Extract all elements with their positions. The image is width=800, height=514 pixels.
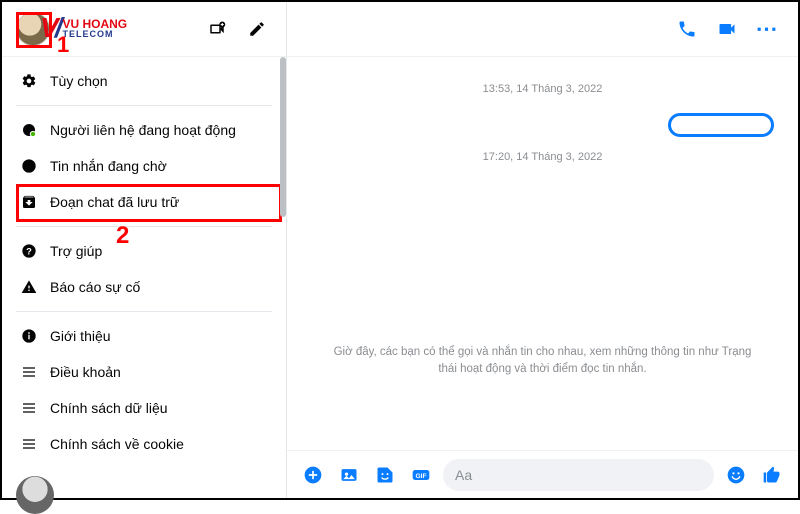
message-composer: GIF — [287, 450, 798, 498]
menu-item-cookie-policy[interactable]: Chính sách về cookie — [6, 426, 282, 462]
chat-body: 13:53, 14 Tháng 3, 2022 17:20, 14 Tháng … — [287, 57, 798, 450]
gear-icon — [20, 72, 38, 90]
annotation-label-1: 1 — [57, 32, 69, 58]
list-icon — [20, 435, 38, 453]
archive-icon — [20, 193, 38, 211]
system-message: Giờ đây, các bạn có thể gọi và nhắn tin … — [287, 344, 798, 379]
sent-message-bubble[interactable] — [668, 113, 774, 137]
menu-item-label: Trợ giúp — [50, 243, 102, 259]
menu-item-message-requests[interactable]: Tin nhắn đang chờ — [6, 148, 282, 184]
message-timestamp: 17:20, 14 Tháng 3, 2022 — [287, 151, 798, 163]
settings-menu: Tùy chọn Người liên hệ đang hoạt động Ti… — [2, 57, 286, 462]
menu-item-preferences[interactable]: Tùy chọn — [6, 63, 282, 99]
new-room-button[interactable] — [202, 14, 232, 44]
voice-call-button[interactable] — [670, 12, 704, 46]
sticker-button[interactable] — [371, 461, 399, 489]
emoji-button[interactable] — [722, 461, 750, 489]
menu-item-archived-chats[interactable]: Đoạn chat đã lưu trữ — [6, 184, 282, 220]
menu-item-label: Điều khoản — [50, 364, 121, 380]
menu-item-terms[interactable]: Điều khoản — [6, 354, 282, 390]
menu-item-label: Chính sách dữ liệu — [50, 400, 168, 416]
conversation-info-button[interactable]: ⋯ — [750, 12, 784, 46]
menu-item-label: Chính sách về cookie — [50, 436, 184, 452]
menu-separator — [16, 226, 272, 227]
like-button[interactable] — [758, 461, 786, 489]
brand-logo-line1: VU HOANG — [62, 18, 127, 30]
menu-item-label: Đoạn chat đã lưu trữ — [50, 194, 179, 210]
more-actions-button[interactable] — [299, 461, 327, 489]
active-contact-icon — [20, 121, 38, 139]
compose-button[interactable] — [242, 14, 272, 44]
svg-text:?: ? — [26, 246, 32, 256]
menu-separator — [16, 311, 272, 312]
help-icon: ? — [20, 242, 38, 260]
info-icon — [20, 327, 38, 345]
conversation-list-peek[interactable] — [16, 472, 54, 492]
svg-text:GIF: GIF — [415, 472, 426, 479]
photo-button[interactable] — [335, 461, 363, 489]
menu-item-about[interactable]: Giới thiệu — [6, 318, 282, 354]
message-input[interactable] — [455, 467, 702, 483]
conversation-avatar — [16, 476, 54, 514]
gif-button[interactable]: GIF — [407, 461, 435, 489]
message-input-wrapper[interactable] — [443, 459, 714, 491]
menu-item-label: Tùy chọn — [50, 73, 108, 89]
menu-item-label: Báo cáo sự cố — [50, 279, 140, 295]
user-avatar[interactable] — [16, 12, 50, 46]
menu-item-label: Người liên hệ đang hoạt động — [50, 122, 236, 138]
sidebar: V/ VU HOANG TELECOM 1 Tùy chọn Người liê… — [2, 2, 287, 498]
sidebar-scrollbar[interactable] — [280, 57, 286, 217]
list-icon — [20, 363, 38, 381]
menu-item-label: Giới thiệu — [50, 328, 111, 344]
menu-item-report[interactable]: Báo cáo sự cố — [6, 269, 282, 305]
menu-item-active-contacts[interactable]: Người liên hệ đang hoạt động — [6, 112, 282, 148]
warning-icon — [20, 278, 38, 296]
menu-item-help[interactable]: ? Trợ giúp — [6, 233, 282, 269]
message-timestamp: 13:53, 14 Tháng 3, 2022 — [287, 83, 798, 95]
menu-separator — [16, 105, 272, 106]
menu-item-label: Tin nhắn đang chờ — [50, 158, 167, 174]
sidebar-header: V/ VU HOANG TELECOM 1 — [2, 2, 286, 57]
menu-item-data-policy[interactable]: Chính sách dữ liệu — [6, 390, 282, 426]
brand-logo-line2: TELECOM — [62, 30, 127, 39]
list-icon — [20, 399, 38, 417]
video-call-button[interactable] — [710, 12, 744, 46]
brand-logo-overlay: V/ VU HOANG TELECOM — [40, 12, 127, 44]
chat-pane: ⋯ 13:53, 14 Tháng 3, 2022 17:20, 14 Thán… — [287, 2, 798, 498]
chat-header: ⋯ — [287, 2, 798, 57]
message-request-icon — [20, 157, 38, 175]
